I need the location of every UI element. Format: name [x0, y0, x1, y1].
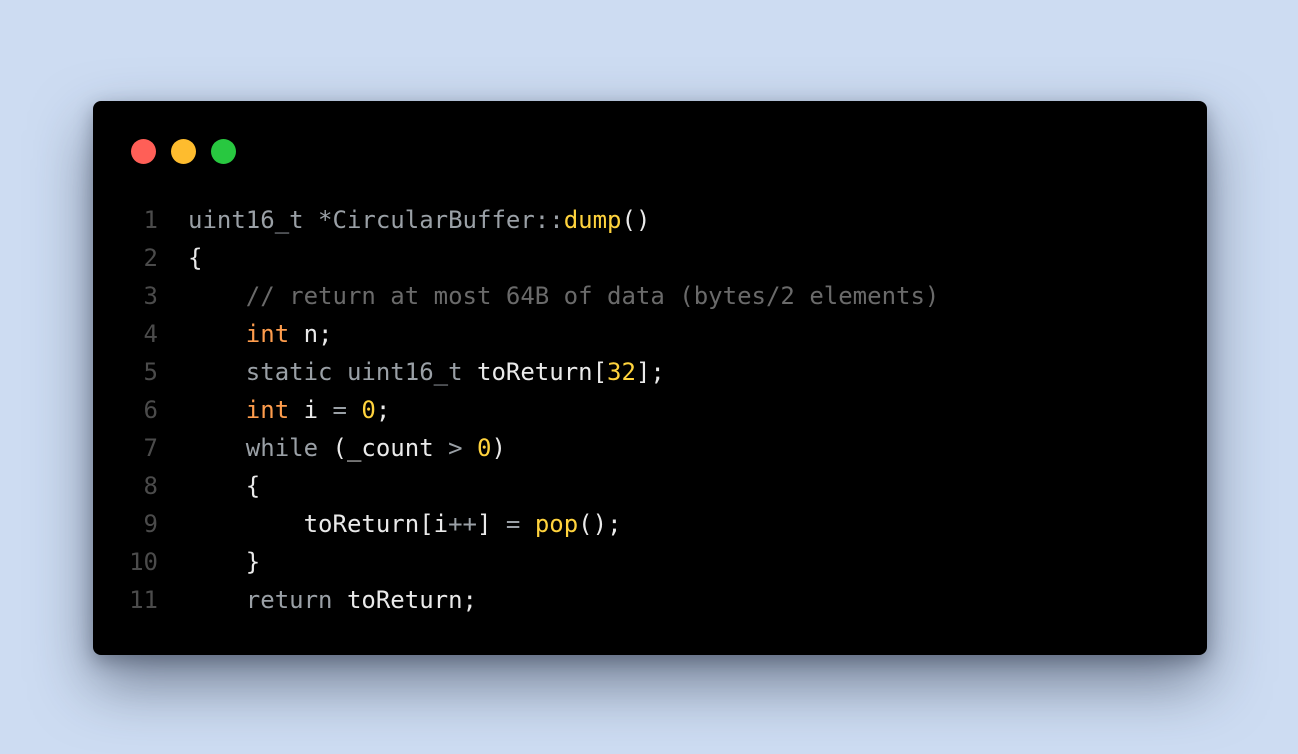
code-token: ]: [477, 510, 506, 538]
code-token: pop: [534, 510, 579, 538]
code-token: 0: [477, 434, 492, 462]
line-number: 8: [143, 472, 158, 500]
line-number: 6: [143, 396, 158, 424]
code-token: // return at most 64B of data (bytes/2 e…: [188, 282, 940, 310]
code-text: return toReturn;: [188, 581, 477, 619]
code-token: n;: [289, 320, 333, 348]
code-text: int i = 0;: [188, 391, 391, 429]
code-token: {: [188, 244, 203, 272]
code-token: }: [188, 548, 261, 576]
code-token: int: [245, 396, 290, 424]
code-token: ;: [375, 396, 391, 424]
code-text: // return at most 64B of data (bytes/2 e…: [188, 277, 940, 315]
code-token: =: [505, 510, 521, 538]
code-token: ): [491, 434, 506, 462]
code-line: 9 toReturn[i++] = pop();: [93, 505, 1207, 543]
line-number: 3: [143, 282, 158, 310]
code-token: 32: [607, 358, 636, 386]
code-text: int n;: [188, 315, 333, 353]
code-token: ::: [534, 206, 564, 234]
code-line: 4 int n;: [93, 315, 1207, 353]
code-token: while: [245, 434, 319, 462]
code-line: 3 // return at most 64B of data (bytes/2…: [93, 277, 1207, 315]
code-line: 8 {: [93, 467, 1207, 505]
code-token: (_count: [318, 434, 449, 462]
code-token: ();: [578, 510, 622, 538]
code-token: dump: [563, 206, 622, 234]
code-text: }: [188, 543, 260, 581]
line-number: 1: [143, 206, 158, 234]
code-token: static uint16_t: [245, 358, 463, 386]
code-token: toReturn;: [332, 586, 477, 614]
code-token: toReturn[i: [188, 510, 449, 538]
code-token: {: [188, 472, 261, 500]
code-line: 6 int i = 0;: [93, 391, 1207, 429]
minimize-button[interactable]: [171, 139, 196, 164]
code-text: {: [188, 467, 260, 505]
code-line: 10 }: [93, 543, 1207, 581]
code-window: 1 uint16_t *CircularBuffer::dump() 2{3 // …: [93, 101, 1207, 655]
code-text: uint16_t *CircularBuffer::dump(): [188, 201, 650, 239]
line-number: 10: [129, 548, 158, 576]
code-token: ];: [635, 358, 665, 386]
code-line: 5 static uint16_t toReturn[32];: [93, 353, 1207, 391]
line-number: 7: [143, 434, 158, 462]
code-token: =: [332, 396, 347, 424]
line-number: 11: [129, 586, 158, 614]
code-token: 0: [361, 396, 376, 424]
code-line: 1 uint16_t *CircularBuffer::dump(): [93, 201, 1207, 239]
code-line: 11 return toReturn;: [93, 581, 1207, 619]
line-number: 4: [143, 320, 158, 348]
line-number: 5: [143, 358, 158, 386]
maximize-button[interactable]: [211, 139, 236, 164]
line-number: 2: [143, 244, 158, 272]
code-line: 7 while (_count > 0): [93, 429, 1207, 467]
code-token: toReturn[: [462, 358, 608, 386]
code-text: static uint16_t toReturn[32];: [188, 353, 665, 391]
code-text: while (_count > 0): [188, 429, 506, 467]
code-block: 1 uint16_t *CircularBuffer::dump() 2{3 // …: [93, 201, 1207, 619]
code-token: return: [245, 586, 333, 614]
code-token: int: [245, 320, 290, 348]
code-token: (): [621, 206, 651, 234]
code-token: i: [289, 396, 333, 424]
code-token: ++: [448, 510, 477, 538]
line-number: 9: [143, 510, 158, 538]
code-text: toReturn[i++] = pop();: [188, 505, 622, 543]
code-token: >: [448, 434, 463, 462]
code-token: *CircularBuffer: [318, 206, 535, 234]
code-token: uint16_t: [188, 206, 304, 234]
close-button[interactable]: [131, 139, 156, 164]
code-text: {: [188, 239, 202, 277]
code-line: 2{: [93, 239, 1207, 277]
